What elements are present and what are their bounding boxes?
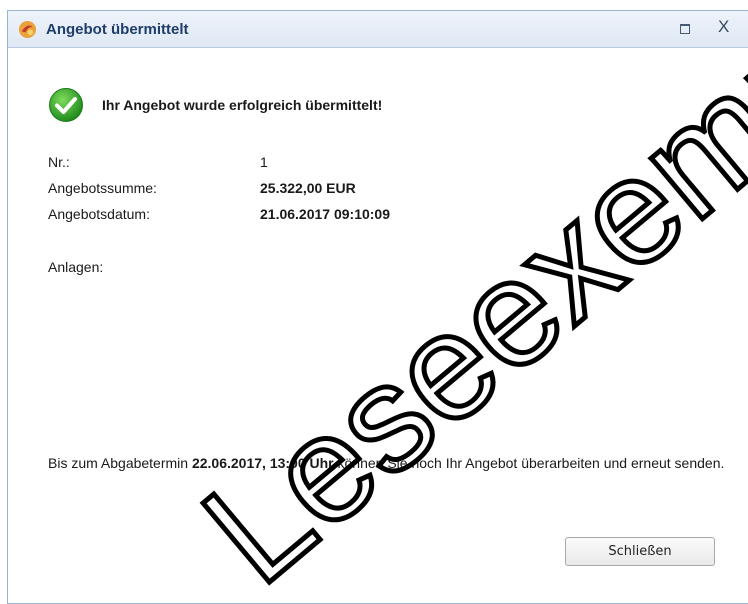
deadline-suffix: können Sie noch Ihr Angebot überarbeiten…: [333, 455, 725, 471]
offer-number-value: 1: [260, 154, 268, 170]
offer-number-label: Nr.:: [48, 154, 70, 170]
app-icon: [18, 20, 37, 39]
deadline-prefix: Bis zum Abgabetermin: [48, 455, 192, 471]
deadline-date: 22.06.2017, 13:00 Uhr: [191, 455, 334, 471]
dialog-window: Angebot übermittelt X Ihr Angebot wurde …: [7, 10, 748, 604]
offer-date-label: Angebotsdatum:: [48, 206, 150, 222]
maximize-icon[interactable]: [680, 24, 690, 34]
close-button[interactable]: Schließen: [565, 537, 715, 566]
close-icon[interactable]: X: [718, 17, 729, 37]
attachments-label: Anlagen:: [48, 259, 104, 275]
offer-sum-label: Angebotssumme:: [48, 180, 157, 196]
offer-sum-value: 25.322,00 EUR: [260, 180, 356, 196]
check-circle-icon: [49, 88, 83, 122]
offer-date-value: 21.06.2017 09:10:09: [260, 206, 390, 222]
deadline-note: Bis zum Abgabetermin 22.06.2017, 13:00 U…: [48, 453, 738, 473]
window-title: Angebot übermittelt: [46, 21, 189, 38]
success-message: Ihr Angebot wurde erfolgreich übermittel…: [102, 97, 383, 113]
title-bar: Angebot übermittelt X: [8, 11, 748, 48]
